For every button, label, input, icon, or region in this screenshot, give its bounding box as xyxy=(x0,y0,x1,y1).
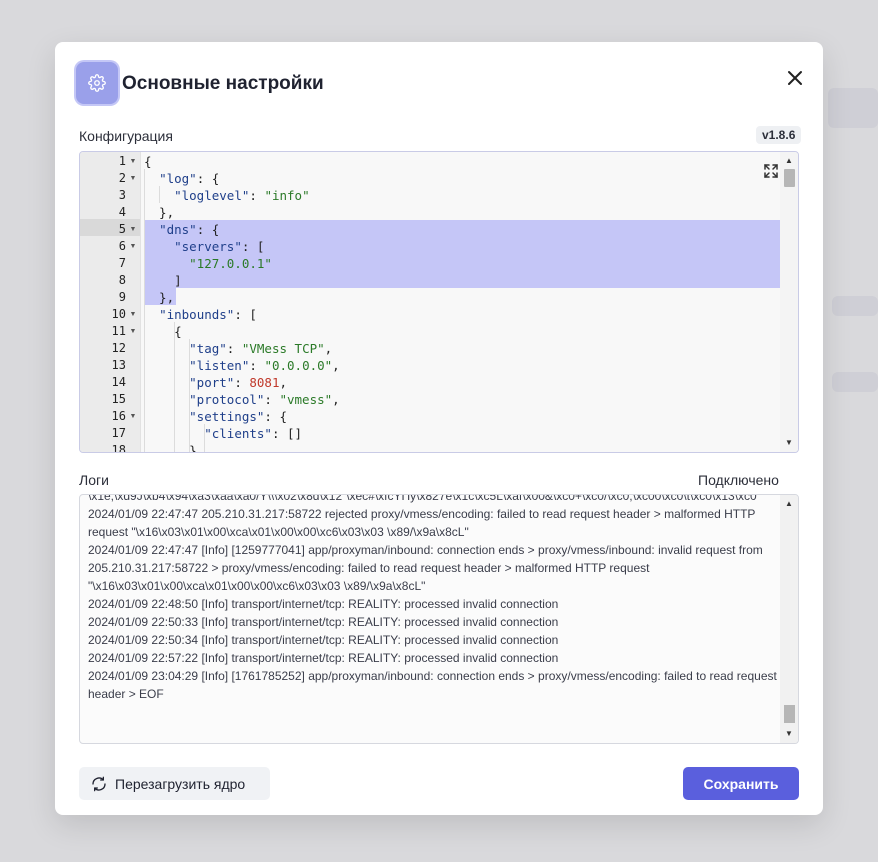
code-line: }, xyxy=(144,205,175,220)
log-entry: 2024/01/09 22:57:22 [Info] transport/int… xyxy=(88,651,559,665)
code-line: "port": 8081, xyxy=(189,375,288,390)
restart-core-button[interactable]: Перезагрузить ядро xyxy=(79,767,270,800)
version-badge: v1.8.6 xyxy=(756,126,802,144)
fold-arrow-icon[interactable]: ▼ xyxy=(129,408,137,425)
line-number: 17 xyxy=(111,426,126,440)
log-entry: 2024/01/09 22:50:34 [Info] transport/int… xyxy=(88,633,559,647)
selection-highlight xyxy=(144,271,780,288)
logs-label: Логи xyxy=(79,472,109,488)
code-line: ] xyxy=(144,273,182,288)
line-number: 4 xyxy=(118,205,126,219)
line-number: 18 xyxy=(111,443,126,453)
line-number: 12 xyxy=(111,341,126,355)
selection-highlight xyxy=(144,220,780,237)
log-entry: 2024/01/09 22:50:33 [Info] transport/int… xyxy=(88,615,559,629)
logs-scrollbar[interactable]: ▲ ▼ xyxy=(780,495,798,743)
code-line: "servers": [ xyxy=(174,239,265,254)
scroll-up-icon[interactable]: ▲ xyxy=(780,497,798,511)
log-entry: 2024/01/09 23:04:29 [Info] [1761785252] … xyxy=(88,669,777,701)
scroll-down-icon[interactable]: ▼ xyxy=(780,727,798,741)
line-number: 11 xyxy=(111,324,126,338)
editor-scroll-thumb[interactable] xyxy=(784,169,795,187)
line-number: 5 xyxy=(118,222,126,236)
code-line: "listen": "0.0.0.0", xyxy=(189,358,340,373)
editor-scrollbar[interactable]: ▲ ▼ xyxy=(780,152,798,452)
code-line: "protocol": "vmess", xyxy=(189,392,340,407)
line-number: 1 xyxy=(118,154,126,168)
line-number: 6 xyxy=(118,239,126,253)
logs-content: \x1e;\xd9J\xb4\x94\xa3\xaa\xa0/Y\\\x02\x… xyxy=(88,494,778,703)
code-line: "inbounds": [ xyxy=(159,307,257,322)
code-line: "settings": { xyxy=(189,409,287,424)
fold-arrow-icon[interactable]: ▼ xyxy=(129,238,137,255)
config-label: Конфигурация xyxy=(79,128,173,144)
line-number: 13 xyxy=(111,358,126,372)
log-entry: 2024/01/09 22:47:47 205.210.31.217:58722… xyxy=(88,507,756,539)
scroll-up-icon[interactable]: ▲ xyxy=(780,154,798,168)
code-line: "tag": "VMess TCP", xyxy=(189,341,333,356)
fold-arrow-icon[interactable]: ▼ xyxy=(129,153,137,170)
code-line: }, xyxy=(144,443,205,453)
log-entry: 2024/01/09 22:48:50 [Info] transport/int… xyxy=(88,597,559,611)
code-line: { xyxy=(144,324,182,339)
connection-status: Подключено xyxy=(698,472,779,488)
expand-icon[interactable] xyxy=(763,163,779,179)
code-line: "dns": { xyxy=(159,222,220,237)
refresh-icon xyxy=(91,776,107,792)
logs-scroll-thumb[interactable] xyxy=(784,705,795,723)
logs-panel[interactable]: \x1e;\xd9J\xb4\x94\xa3\xaa\xa0/Y\\\x02\x… xyxy=(79,494,799,744)
fold-arrow-icon[interactable]: ▼ xyxy=(129,306,137,323)
line-number: 8 xyxy=(118,273,126,287)
line-number: 3 xyxy=(118,188,126,202)
fold-arrow-icon[interactable]: ▼ xyxy=(129,221,137,238)
restart-core-label: Перезагрузить ядро xyxy=(115,775,246,792)
dialog-title: Основные настройки xyxy=(122,73,324,94)
config-editor[interactable]: 1 ▼ 2 ▼ 3 4 5 ▼ 6 ▼ 7 8 9 10 ▼ 11 ▼ 12 13 14 15 16 ▼ 17 18 { "lo… xyxy=(79,151,799,453)
line-number: 10 xyxy=(111,307,126,321)
gear-icon xyxy=(76,62,118,104)
code-line: "127.0.0.1" xyxy=(189,256,272,271)
fold-arrow-icon[interactable]: ▼ xyxy=(129,323,137,340)
code-line: }, xyxy=(144,290,175,305)
code-line: "log": { xyxy=(159,171,220,186)
save-button[interactable]: Сохранить xyxy=(683,767,799,800)
log-entry: \x1e;\xd9J\xb4\x94\xa3\xaa\xa0/Y\\\x02\x… xyxy=(88,494,761,503)
scroll-down-icon[interactable]: ▼ xyxy=(780,436,798,450)
code-line: "clients": [] xyxy=(204,426,303,441)
line-number: 2 xyxy=(118,171,126,185)
line-number: 7 xyxy=(118,256,126,270)
log-entry: 2024/01/09 22:47:47 [Info] [1259777041] … xyxy=(88,543,763,593)
backdrop-block xyxy=(832,372,878,392)
settings-dialog: Основные настройки Конфигурация v1.8.6 1… xyxy=(55,42,823,815)
code-line: { xyxy=(144,154,152,169)
backdrop-block xyxy=(828,88,878,128)
line-number: 16 xyxy=(111,409,126,423)
fold-arrow-icon[interactable]: ▼ xyxy=(129,170,137,187)
close-icon[interactable] xyxy=(783,66,807,90)
code-line: "loglevel": "info" xyxy=(174,188,310,203)
line-number: 9 xyxy=(118,290,126,304)
backdrop-block xyxy=(832,296,878,316)
line-number: 15 xyxy=(111,392,126,406)
line-number: 14 xyxy=(111,375,126,389)
